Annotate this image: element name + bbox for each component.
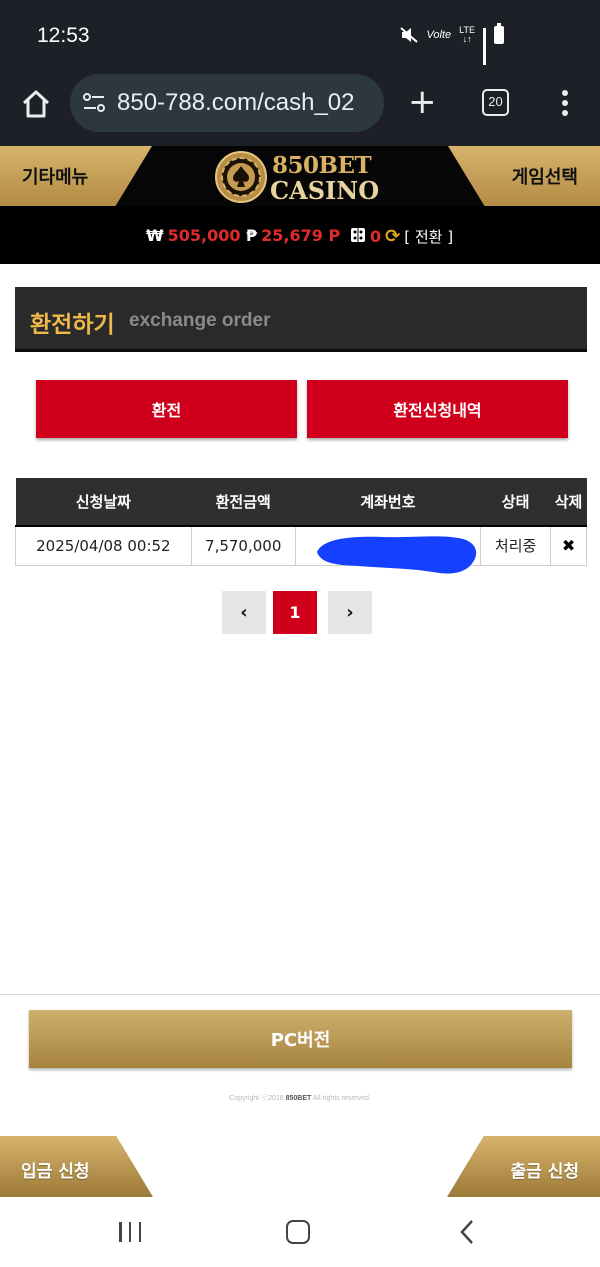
col-header-amount: 환전금액	[191, 478, 296, 527]
table-header-row: 신청날짜 환전금액 계좌번호 상태 삭제	[15, 478, 587, 527]
won-icon: ₩	[146, 226, 164, 245]
battery-icon	[494, 23, 504, 44]
site-logo[interactable]: 850BET CASINO	[214, 150, 390, 205]
exchange-history-button[interactable]: 환전신청내역	[307, 380, 568, 438]
logo-text-top: 850BET	[272, 152, 372, 179]
exchange-table: 신청날짜 환전금액 계좌번호 상태 삭제 2025/04/08 00:52 7,…	[15, 478, 587, 566]
site-header: 기타메뉴 게임선택 850BET CASINO	[0, 146, 600, 206]
logo-text-bottom: CASINO	[270, 176, 380, 205]
system-nav-bar	[0, 1197, 600, 1267]
more-icon[interactable]	[561, 90, 569, 118]
prev-page-button[interactable]: ‹	[222, 591, 266, 634]
copyright-text: Copyright ⓒ2018 850BET All rights reserv…	[229, 1095, 371, 1102]
home-nav-icon[interactable]	[286, 1220, 310, 1244]
page-subtitle: exchange order	[129, 310, 271, 331]
lte-icon: LTE ↓↑	[459, 25, 475, 44]
browser-toolbar: 850-788.com/cash_02 + 20	[0, 72, 600, 146]
status-icons: Volte LTE ↓↑	[400, 23, 504, 65]
won-balance: ₩ 505,000	[146, 226, 241, 245]
page-title-panel: 환전하기 exchange order	[15, 287, 587, 352]
url-text[interactable]: 850-788.com/cash_02	[117, 89, 355, 117]
row-date: 2025/04/08 00:52	[15, 525, 192, 566]
status-bar: 12:53 Volte LTE ↓↑	[0, 0, 600, 72]
page-title: 환전하기	[30, 312, 115, 338]
point-icon: ₱	[246, 226, 258, 245]
point-balance: ₱ 25,679 P	[246, 226, 340, 245]
row-status: 처리중	[480, 525, 552, 566]
col-header-account: 계좌번호	[295, 478, 481, 527]
chip-value: 0	[370, 227, 382, 246]
point-value: 25,679 P	[261, 226, 341, 245]
col-header-status: 상태	[480, 478, 551, 527]
delete-icon[interactable]: ✖	[562, 536, 575, 555]
footer-divider	[0, 994, 600, 995]
next-page-button[interactable]: ›	[328, 591, 372, 634]
mute-icon	[400, 26, 419, 44]
dice-icon	[350, 227, 366, 247]
plus-icon[interactable]: +	[408, 85, 437, 119]
tabs-icon[interactable]: 20	[482, 89, 509, 116]
pc-version-button[interactable]: PC버전	[29, 1010, 572, 1068]
game-select-button[interactable]: 게임선택	[512, 163, 578, 189]
exchange-button[interactable]: 환전	[36, 380, 297, 438]
row-amount: 7,570,000	[190, 525, 296, 566]
url-bar[interactable]: 850-788.com/cash_02	[70, 74, 384, 132]
volte-icon: Volte	[426, 29, 452, 41]
won-value: 505,000	[167, 226, 241, 245]
deposit-request-button[interactable]: 입금 신청	[0, 1136, 153, 1197]
balance-bar: ₩ 505,000 ₱ 25,679 P 0 ⟳ [ 전환 ]	[0, 206, 600, 264]
row-delete[interactable]: ✖	[550, 525, 587, 566]
col-header-delete: 삭제	[550, 478, 587, 527]
status-time: 12:53	[37, 24, 90, 47]
convert-link[interactable]: [ 전환 ]	[404, 226, 453, 247]
etc-menu-button[interactable]: 기타메뉴	[22, 163, 88, 189]
refresh-icon[interactable]: ⟳	[385, 226, 400, 247]
back-icon[interactable]	[459, 1219, 475, 1245]
chip-balance: 0 ⟳ [ 전환 ]	[350, 226, 453, 247]
table-row: 2025/04/08 00:52 7,570,000 처리중 ✖	[15, 525, 587, 566]
signal-icon	[483, 27, 486, 65]
withdraw-request-button[interactable]: 출금 신청	[447, 1136, 600, 1197]
col-header-date: 신청날짜	[15, 478, 192, 527]
redaction-scribble	[313, 530, 479, 578]
site-settings-icon[interactable]	[82, 92, 106, 114]
withdraw-label: 출금 신청	[510, 1162, 579, 1182]
home-icon[interactable]	[20, 88, 52, 120]
deposit-label: 입금 신청	[21, 1162, 90, 1182]
recents-icon[interactable]	[119, 1222, 141, 1242]
casino-chip-icon	[214, 150, 268, 204]
page-1-button[interactable]: 1	[273, 591, 317, 634]
